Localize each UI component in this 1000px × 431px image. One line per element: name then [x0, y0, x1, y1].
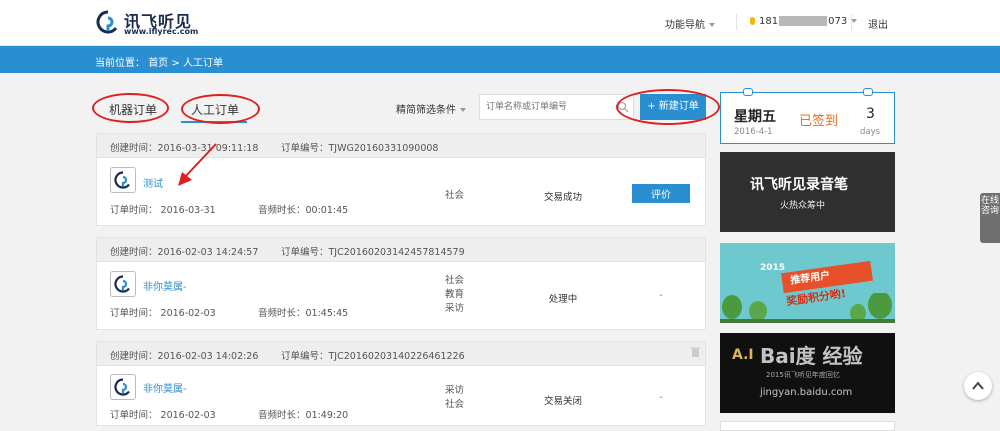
order-created-time: 创建时间：2016-02-03 14:02:26 [110, 351, 259, 362]
ear-logo-icon [114, 171, 130, 189]
calendar-ring-icon [863, 88, 873, 96]
order-tag: 教育 [445, 289, 465, 300]
checkin-status: 已签到 [799, 114, 839, 129]
filter-toggle[interactable]: 精简筛选条件 [396, 101, 466, 116]
highlight-circle [92, 93, 169, 123]
order-tags: 社会 教育 采访 [445, 274, 464, 316]
checkin-date: 2016-4-1 [734, 127, 773, 137]
order-action-placeholder: - [659, 392, 663, 403]
order-status: 交易成功 [543, 192, 582, 203]
microphone-icon [750, 17, 755, 25]
user-menu[interactable]: 181 073 [750, 16, 858, 27]
audio-duration: 音频时长：01:45:45 [258, 308, 349, 319]
ear-logo-icon [114, 378, 130, 396]
order-tag: 社会 [445, 275, 465, 286]
order-tag: 社会 [445, 399, 465, 410]
search-input[interactable] [480, 95, 610, 119]
phone-mask [779, 16, 828, 26]
order-audio-icon[interactable] [110, 167, 136, 193]
audio-duration: 音频时长：00:01:45 [258, 205, 349, 216]
user-phone-suffix: 073 [828, 16, 848, 27]
order-date: 订单时间： 2016-02-03 [110, 308, 216, 319]
order-number: 订单编号：TJWG20160331090008 [281, 143, 439, 154]
order-audio-icon[interactable] [110, 271, 136, 297]
banner-referral[interactable]: 2015 推荐用户 奖励积分哟! [720, 243, 895, 323]
chevron-up-icon [972, 381, 984, 390]
order-status: 交易关闭 [543, 396, 582, 407]
banner-title: 讯飞听见录音笔 [750, 177, 848, 193]
order-status: 处理中 [548, 294, 578, 305]
order-tag: 社会 [445, 190, 465, 201]
ear-logo-icon [114, 275, 130, 293]
logo-url: www.iflyrec.com [124, 27, 199, 36]
back-to-top-button[interactable] [964, 372, 992, 400]
iflyrec-logo[interactable]: 讯飞听见 www.iflyrec.com [96, 8, 226, 38]
breadcrumb-separator: > [171, 58, 180, 69]
banner-title: A.I [732, 347, 754, 363]
order-name-link[interactable]: 非你莫属- [143, 380, 187, 395]
audio-duration: 音频时长：01:49:20 [258, 410, 349, 421]
trash-icon[interactable] [691, 347, 700, 357]
watermark-text: Bai度 经验 [760, 344, 863, 368]
order-card-header: 创建时间：2016-02-03 14:24:57 订单编号：TJC2016020… [97, 238, 705, 262]
filter-label: 精简筛选条件 [396, 105, 456, 116]
watermark: Bai度 经验 jingyan.baidu.com [760, 340, 863, 398]
breadcrumb-bar: 当前位置： 首页 > 人工订单 [0, 46, 1000, 73]
chevron-down-icon [709, 23, 715, 27]
order-date: 订单时间： 2016-03-31 [110, 205, 216, 216]
checkin-days-label: days [860, 127, 881, 137]
order-number: 订单编号：TJC20160203140226461226 [281, 351, 465, 362]
search-box [479, 94, 634, 120]
order-tag: 采访 [445, 385, 465, 396]
order-number: 订单编号：TJC20160203142457814579 [281, 247, 465, 258]
divider [736, 14, 737, 30]
online-consult-tab[interactable]: 在线咨询 [980, 193, 1000, 243]
order-card: 创建时间：2016-02-03 14:24:57 订单编号：TJC2016020… [96, 237, 706, 330]
banner-subtitle: 火热众筹中 [780, 201, 826, 211]
breadcrumb-current: 人工订单 [182, 58, 223, 69]
banner-recorder-pen[interactable]: 讯飞听见录音笔 火热众筹中 [720, 152, 895, 232]
order-created-time: 创建时间：2016-02-03 14:24:57 [110, 247, 259, 258]
watermark-url: jingyan.baidu.com [760, 387, 853, 398]
order-audio-icon[interactable] [110, 374, 136, 400]
breadcrumb: 当前位置： 首页 > 人工订单 [95, 54, 223, 69]
logout-link[interactable]: 退出 [868, 16, 888, 31]
top-header: 讯飞听见 www.iflyrec.com 功能导航 181 073 退出 [0, 0, 1000, 46]
divider [851, 14, 852, 30]
breadcrumb-label: 当前位置： [95, 58, 145, 69]
banner-partial [720, 421, 895, 431]
order-tag: 采访 [445, 303, 465, 314]
annotation-arrow [178, 143, 217, 186]
checkin-weekday: 星期五 [734, 109, 776, 125]
order-card-header: 创建时间：2016-02-03 14:02:26 订单编号：TJC2016020… [97, 342, 705, 366]
order-tags: 采访 社会 [445, 384, 464, 412]
calendar-ring-icon [743, 88, 753, 96]
ear-logo-icon [96, 10, 118, 34]
checkin-card[interactable]: 星期五 2016-4-1 已签到 3 days [720, 88, 895, 144]
function-nav-label: 功能导航 [665, 20, 705, 31]
order-name-link[interactable]: 测试 [143, 175, 163, 190]
order-action-placeholder: - [659, 290, 663, 301]
chevron-down-icon [460, 108, 466, 112]
order-date: 订单时间： 2016-02-03 [110, 410, 216, 421]
user-phone-prefix: 181 [759, 16, 779, 27]
chevron-down-icon [851, 19, 858, 23]
function-nav-menu[interactable]: 功能导航 [665, 16, 715, 31]
rate-button[interactable]: 评价 [632, 184, 690, 203]
order-tags: 社会 [445, 189, 464, 203]
order-card: 创建时间：2016-02-03 14:02:26 订单编号：TJC2016020… [96, 341, 706, 426]
banner-year: 2015 [760, 263, 786, 273]
order-name-link[interactable]: 非你莫属- [143, 278, 187, 293]
highlight-circle [181, 94, 260, 124]
breadcrumb-home[interactable]: 首页 [148, 58, 168, 69]
checkin-days-count: 3 [866, 106, 875, 122]
highlight-circle [616, 89, 720, 125]
